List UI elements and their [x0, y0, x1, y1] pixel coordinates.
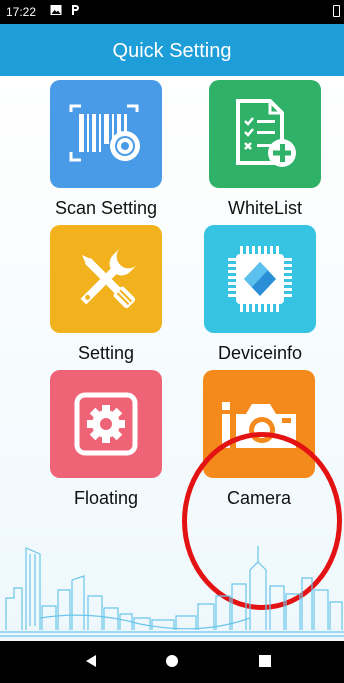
app-header: Quick Setting [0, 24, 344, 76]
page-title: Quick Setting [112, 40, 232, 62]
list-add-icon [209, 80, 321, 188]
tile-whitelist[interactable]: WhiteList [205, 80, 325, 219]
tile-label: Floating [73, 488, 139, 508]
home-icon[interactable] [166, 655, 178, 667]
status-bar: 17:22 [0, 0, 344, 24]
gallery-notification-icon [50, 5, 62, 15]
tile-label: WhiteList [227, 198, 303, 218]
recents-icon[interactable] [259, 655, 271, 667]
tile-label: Deviceinfo [217, 343, 303, 363]
wrench-screwdriver-icon [50, 225, 162, 333]
back-icon[interactable] [85, 655, 97, 667]
tile-scan-setting[interactable]: Scan Setting [46, 80, 166, 219]
tile-deviceinfo[interactable]: Deviceinfo [200, 225, 320, 364]
gear-window-icon [50, 370, 162, 478]
tile-label: Scan Setting [54, 198, 158, 218]
status-time: 17:22 [6, 5, 37, 19]
tile-setting[interactable]: Setting [46, 225, 166, 364]
status-icons [50, 4, 80, 16]
navigation-bar [0, 641, 344, 683]
tile-floating[interactable]: Floating [46, 370, 166, 509]
chip-icon [204, 225, 316, 333]
barcode-gear-icon [50, 80, 162, 188]
battery-icon [333, 5, 340, 17]
city-skyline-illustration [0, 546, 344, 637]
tile-label: Setting [77, 343, 135, 363]
parking-notification-icon [72, 5, 79, 15]
